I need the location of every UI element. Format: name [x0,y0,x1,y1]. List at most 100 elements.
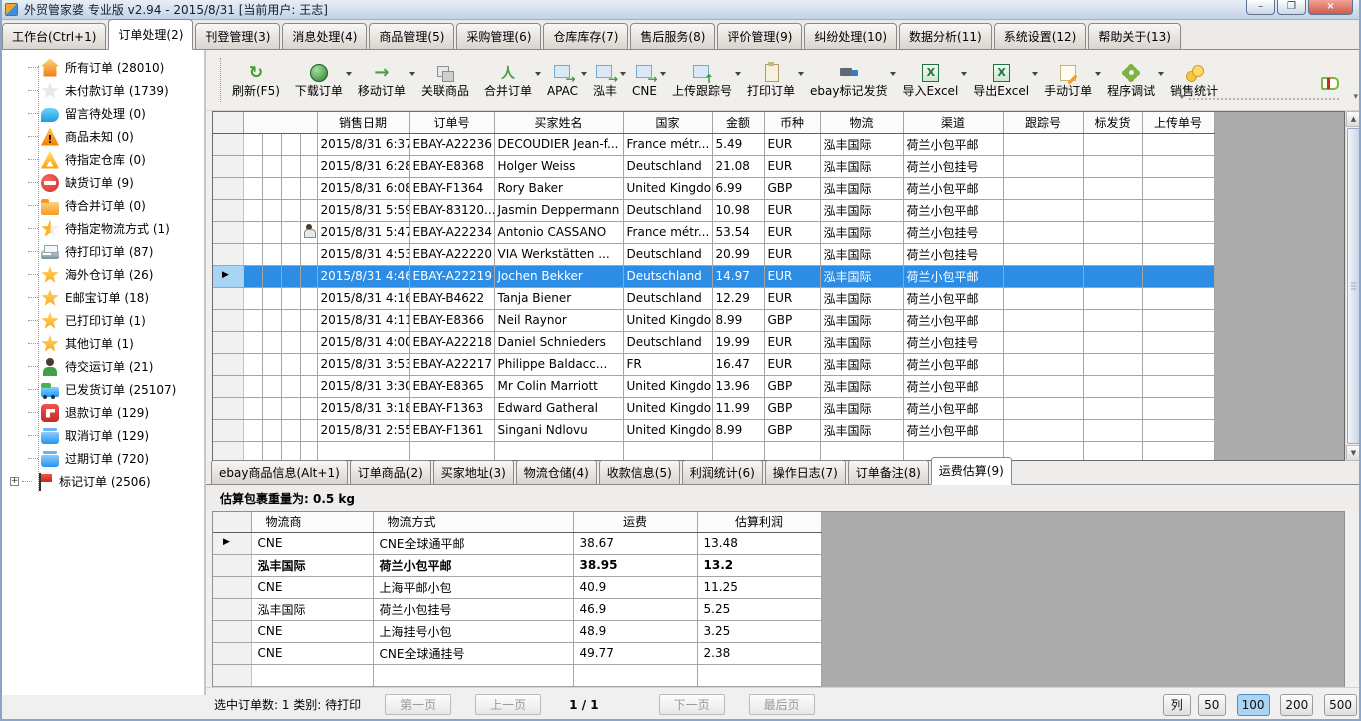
sidebar-item[interactable]: + 所有订单 (28010) [2,56,204,79]
chevron-down-icon[interactable] [1158,72,1164,79]
toolbar-customize-handle[interactable] [1189,98,1339,100]
row-selector-gutter[interactable] [213,397,243,419]
detail-tab[interactable]: 买家地址(3) [433,460,514,485]
chevron-down-icon[interactable] [1095,72,1101,79]
order-row[interactable]: 2015/8/31 4:53 EBAY-A22220 VIA Werkstätt… [213,243,1214,265]
sidebar-item[interactable]: + 退款订单 (129) [2,401,204,424]
row-selector-gutter[interactable] [213,375,243,397]
freight-row-gutter[interactable] [213,664,251,686]
menu-tab[interactable]: 数据分析(11) [899,23,992,50]
toolbar-button[interactable]: 程序调试 [1107,63,1155,98]
order-row[interactable]: 2015/8/31 5:59 EBAY-83120... Jasmin Depp… [213,199,1214,221]
col-header-amount[interactable]: 金额 [712,112,764,133]
row-selector-gutter[interactable] [213,243,243,265]
freight-row-gutter[interactable] [213,598,251,620]
order-row[interactable]: 2015/8/31 4:46 EBAY-A22219 Jochen Bekker… [213,265,1214,287]
menu-tab[interactable]: 工作台(Ctrl+1) [2,23,106,50]
order-row[interactable]: 2015/8/31 4:00 EBAY-A22218 Daniel Schnie… [213,331,1214,353]
col-header-currency[interactable]: 币种 [764,112,820,133]
toolbar-button[interactable]: 销售统计 [1170,63,1218,98]
row-selector-gutter[interactable] [213,221,243,243]
row-selector-gutter[interactable] [213,133,243,155]
toolbar-button[interactable]: 打印订单 [747,63,795,98]
order-row[interactable]: 2015/8/31 5:47 EBAY-A22234 Antonio CASSA… [213,221,1214,243]
row-selector-gutter[interactable] [213,155,243,177]
chevron-down-icon[interactable] [890,72,896,79]
order-row[interactable]: 2015/8/31 6:08 EBAY-F1364 Rory Baker Uni… [213,177,1214,199]
menu-tab[interactable]: 帮助关于(13) [1088,23,1181,50]
toolbar-button[interactable]: APAC [547,63,578,98]
next-page-button[interactable]: 下一页 [659,694,725,715]
order-row[interactable]: 2015/8/31 3:18 EBAY-F1363 Edward Gathera… [213,397,1214,419]
detail-tab[interactable]: 订单商品(2) [350,460,431,485]
toolbar-button[interactable]: 下载订单 [295,63,343,98]
col-header-logistics[interactable]: 物流 [820,112,903,133]
freight-row[interactable]: 泓丰国际 荷兰小包挂号 46.9 5.25 [213,598,821,620]
order-row[interactable] [213,441,1214,461]
menu-tab[interactable]: 纠纷处理(10) [804,23,897,50]
menu-tab[interactable]: 消息处理(4) [282,23,367,50]
freight-row[interactable]: CNE CNE全球通挂号 49.77 2.38 [213,642,821,664]
col-header-fee[interactable]: 运费 [573,512,697,532]
sidebar-item[interactable]: + 待打印订单 (87) [2,240,204,263]
sidebar-item[interactable]: + 标记订单 (2506) [2,470,204,493]
col-header-mark-shipped[interactable]: 标发货 [1083,112,1142,133]
toolbar-button[interactable]: 导出Excel [973,63,1029,98]
freight-row[interactable]: 泓丰国际 荷兰小包平邮 38.95 13.2 [213,554,821,576]
col-header-tracking[interactable]: 跟踪号 [1003,112,1083,133]
row-selector-gutter[interactable] [213,265,243,287]
freight-row[interactable]: CNE CNE全球通平邮 38.67 13.48 [213,532,821,554]
order-row[interactable]: 2015/8/31 4:16 EBAY-B4622 Tanja Biener D… [213,287,1214,309]
book-icon[interactable] [1321,77,1339,90]
sidebar-item[interactable]: + 已打印订单 (1) [2,309,204,332]
freight-row[interactable]: CNE 上海挂号小包 48.9 3.25 [213,620,821,642]
chevron-down-icon[interactable] [346,72,352,79]
page-size-button[interactable]: 50 [1198,694,1226,716]
order-row[interactable]: 2015/8/31 4:11 EBAY-E8366 Neil Raynor Un… [213,309,1214,331]
menu-tab[interactable]: 售后服务(8) [630,23,715,50]
chevron-down-icon[interactable] [961,72,967,79]
detail-tab[interactable]: 利润统计(6) [682,460,763,485]
sidebar-item[interactable]: + 待指定仓库 (0) [2,148,204,171]
sidebar-item[interactable]: + 待合并订单 (0) [2,194,204,217]
order-row[interactable]: 2015/8/31 6:37 EBAY-A22236 DECOUDIER Jea… [213,133,1214,155]
sidebar-item[interactable]: + 缺货订单 (9) [2,171,204,194]
toolbar-button[interactable]: 关联商品 [421,63,469,98]
page-size-button[interactable]: 200 [1280,694,1313,716]
menu-tab[interactable]: 评价管理(9) [717,23,802,50]
chevron-down-icon[interactable] [409,72,415,79]
prev-page-button[interactable]: 上一页 [475,694,541,715]
freight-row[interactable]: CNE 上海平邮小包 40.9 11.25 [213,576,821,598]
toolbar-button[interactable]: 合并订单 [484,63,532,98]
detail-tab[interactable]: 运费估算(9) [931,457,1012,485]
sidebar-item[interactable]: + 商品未知 (0) [2,125,204,148]
restore-button[interactable]: ❐ [1277,0,1306,15]
close-button[interactable]: × [1308,0,1353,15]
chevron-down-icon[interactable] [581,72,587,79]
sidebar-item[interactable]: + E邮宝订单 (18) [2,286,204,309]
toolbar-button[interactable]: 手动订单 [1044,63,1092,98]
row-selector-gutter[interactable] [213,419,243,441]
col-header-buyer[interactable]: 买家姓名 [494,112,623,133]
order-row[interactable]: 2015/8/31 3:30 EBAY-E8365 Mr Colin Marri… [213,375,1214,397]
toolbar-button[interactable]: 移动订单 [358,63,406,98]
col-header-sale-date[interactable]: 销售日期 [317,112,409,133]
toolbar-button[interactable]: ebay标记发货 [810,63,887,98]
page-size-button[interactable]: 500 [1324,694,1357,716]
freight-row-gutter[interactable] [213,554,251,576]
page-size-button[interactable]: 100 [1237,694,1270,716]
col-header-profit[interactable]: 估算利润 [697,512,821,532]
detail-tab[interactable]: ebay商品信息(Alt+1) [211,460,348,485]
menu-tab[interactable]: 刊登管理(3) [195,23,280,50]
toolbar-button[interactable]: CNE [632,63,657,98]
row-selector-gutter[interactable] [213,353,243,375]
chevron-down-icon[interactable] [735,72,741,79]
row-selector-gutter[interactable] [213,177,243,199]
sidebar-item[interactable]: + 待交运订单 (21) [2,355,204,378]
toolbar-button[interactable]: 泓丰 [593,63,617,98]
toolbar-button[interactable]: 上传跟踪号 [672,63,732,98]
col-header-channel[interactable]: 渠道 [903,112,1003,133]
freight-row-gutter[interactable] [213,642,251,664]
menu-tab[interactable]: 订单处理(2) [108,19,193,50]
sidebar-item[interactable]: + 待指定物流方式 (1) [2,217,204,240]
